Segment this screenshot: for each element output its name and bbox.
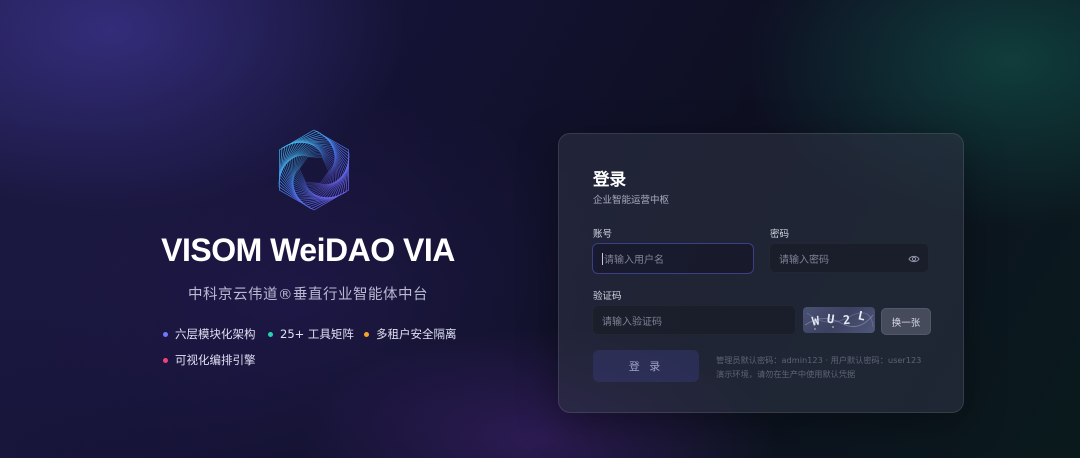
refresh-captcha-button[interactable]: 换一张 (881, 308, 931, 335)
captcha-placeholder: 请输入验证码 (602, 316, 662, 328)
login-subtitle: 企业智能运营中枢 (593, 195, 670, 206)
captcha-label: 验证码 (593, 291, 622, 302)
hexagon-spiral-logo-icon (278, 129, 350, 211)
feature-label: 多租户安全隔离 (376, 327, 457, 341)
password-input[interactable]: 请输入密码 (769, 243, 929, 273)
feature-label: 六层模块化架构 (175, 327, 256, 341)
captcha-input[interactable]: 请输入验证码 (592, 305, 796, 335)
account-placeholder: 请输入用户名 (604, 255, 664, 266)
feature-item: 多租户安全隔离 (364, 326, 457, 342)
default-credentials-hint: 管理员默认密码：admin123 · 用户默认密码：user123 (716, 355, 922, 365)
login-page: VISOM WeiDAO VIA 中科京云伟道®垂直行业智能体中台 六层模块化架… (0, 0, 1080, 458)
login-button[interactable]: 登 录 (593, 350, 699, 382)
feature-item: 25+ 工具矩阵 (268, 326, 354, 342)
brand-subtitle: 中科京云伟道®垂直行业智能体中台 (188, 287, 428, 303)
feature-label: 25+ 工具矩阵 (280, 327, 354, 341)
brand-title: VISOM WeiDAO VIA (161, 232, 455, 268)
captcha-char: 2 (842, 312, 851, 328)
feature-dot-icon (364, 331, 369, 337)
password-label: 密码 (770, 229, 790, 240)
account-label: 账号 (593, 229, 613, 240)
eye-icon[interactable] (908, 253, 920, 265)
text-caret (602, 252, 603, 265)
captcha-image[interactable]: W U 2 L (803, 307, 875, 333)
demo-environment-hint: 演示环境，请勿在生产中使用默认凭据 (716, 369, 856, 379)
login-title: 登录 (593, 170, 626, 189)
password-placeholder: 请输入密码 (779, 254, 829, 266)
feature-label: 可视化编排引擎 (175, 353, 256, 367)
login-card: 登录 企业智能运营中枢 账号 请输入用户名 密码 请输入密码 验证码 请输入验证… (558, 133, 964, 413)
feature-dot-icon (163, 357, 168, 363)
feature-item: 六层模块化架构 (163, 326, 256, 342)
account-input[interactable]: 请输入用户名 (592, 243, 754, 274)
feature-dot-icon (163, 331, 168, 337)
feature-dot-icon (268, 331, 273, 337)
feature-item: 可视化编排引擎 (163, 352, 256, 368)
